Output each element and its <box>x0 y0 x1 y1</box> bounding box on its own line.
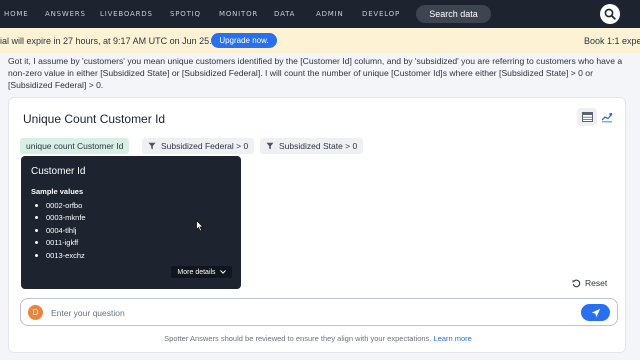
sample-value: 0013-exchz <box>35 249 86 262</box>
table-view-button[interactable] <box>577 108 597 126</box>
avatar: D <box>28 305 43 320</box>
nav-data[interactable]: DATA <box>274 10 295 18</box>
sample-values-list: 0002-orfbo 0003-mknfe 0004-tlhlj 0011-ig… <box>35 199 86 262</box>
column-info-popover: Customer Id Sample values 0002-orfbo 000… <box>21 156 241 289</box>
sample-value: 0003-mknfe <box>35 212 86 225</box>
top-nav: HOME ANSWERS LIVEBOARDS SPOTIQ MONITOR D… <box>0 0 640 28</box>
filter-chip-federal[interactable]: Subsidized Federal > 0 <box>142 138 255 154</box>
filter-icon <box>148 142 156 150</box>
answer-explanation: Got it, I assume by 'customers' you mean… <box>8 56 623 90</box>
chart-view-button[interactable] <box>597 108 617 126</box>
sample-value: 0002-orfbo <box>35 199 86 212</box>
nav-liveboards[interactable]: LIVEBOARDS <box>100 10 153 18</box>
mouse-cursor-icon <box>196 220 204 232</box>
popover-subtitle: Sample values <box>31 187 84 196</box>
disclaimer-text: Spotter Answers should be reviewed to en… <box>164 334 432 343</box>
view-toggle <box>577 108 617 126</box>
send-icon <box>591 308 600 317</box>
filter-icon <box>266 142 274 150</box>
trial-banner-text: ial will expire in 27 hours, at 9:17 AM … <box>0 36 212 46</box>
learn-more-link[interactable]: Learn more <box>433 334 471 343</box>
question-input-box: D <box>20 298 618 326</box>
send-button[interactable] <box>581 304 610 321</box>
nav-admin[interactable]: ADMIN <box>316 10 344 18</box>
filter-chip-state[interactable]: Subsidized State > 0 <box>260 138 364 154</box>
disclaimer: Spotter Answers should be reviewed to en… <box>9 334 627 343</box>
upgrade-button[interactable]: Upgrade now. <box>211 33 277 48</box>
global-search-button[interactable] <box>600 4 620 24</box>
card-title: Unique Count Customer Id <box>23 112 166 126</box>
measure-chip-label: unique count Customer Id <box>26 141 124 151</box>
answer-card: Unique Count Customer Id unique count Cu… <box>8 97 626 353</box>
book-expert-link[interactable]: Book 1:1 exper <box>584 36 640 46</box>
nav-answers[interactable]: ANSWERS <box>45 10 86 18</box>
nav-develop[interactable]: DEVELOP <box>362 10 400 18</box>
chart-icon <box>601 112 613 122</box>
chevron-down-icon <box>219 270 226 274</box>
sample-value: 0004-tlhlj <box>35 224 86 237</box>
nav-spotiq[interactable]: SPOTIQ <box>170 10 201 18</box>
reset-button[interactable]: Reset <box>572 278 607 288</box>
search-data-button[interactable]: Search data <box>416 5 491 23</box>
table-icon <box>581 112 593 122</box>
nav-monitor[interactable]: MONITOR <box>219 10 258 18</box>
more-details-button[interactable]: More details <box>171 266 232 278</box>
filter-chip-federal-label: Subsidized Federal > 0 <box>161 141 249 151</box>
filter-chip-state-label: Subsidized State > 0 <box>279 141 358 151</box>
reset-label: Reset <box>585 278 608 288</box>
nav-home[interactable]: HOME <box>4 10 28 18</box>
popover-title: Customer Id <box>31 166 86 177</box>
reset-icon <box>572 279 581 287</box>
trial-banner: ial will expire in 27 hours, at 9:17 AM … <box>0 28 640 53</box>
measure-chip[interactable]: unique count Customer Id <box>20 138 130 154</box>
question-input[interactable] <box>51 306 571 320</box>
more-details-label: More details <box>177 268 216 276</box>
sample-value: 0011-igkff <box>35 237 86 250</box>
search-icon <box>604 8 616 20</box>
